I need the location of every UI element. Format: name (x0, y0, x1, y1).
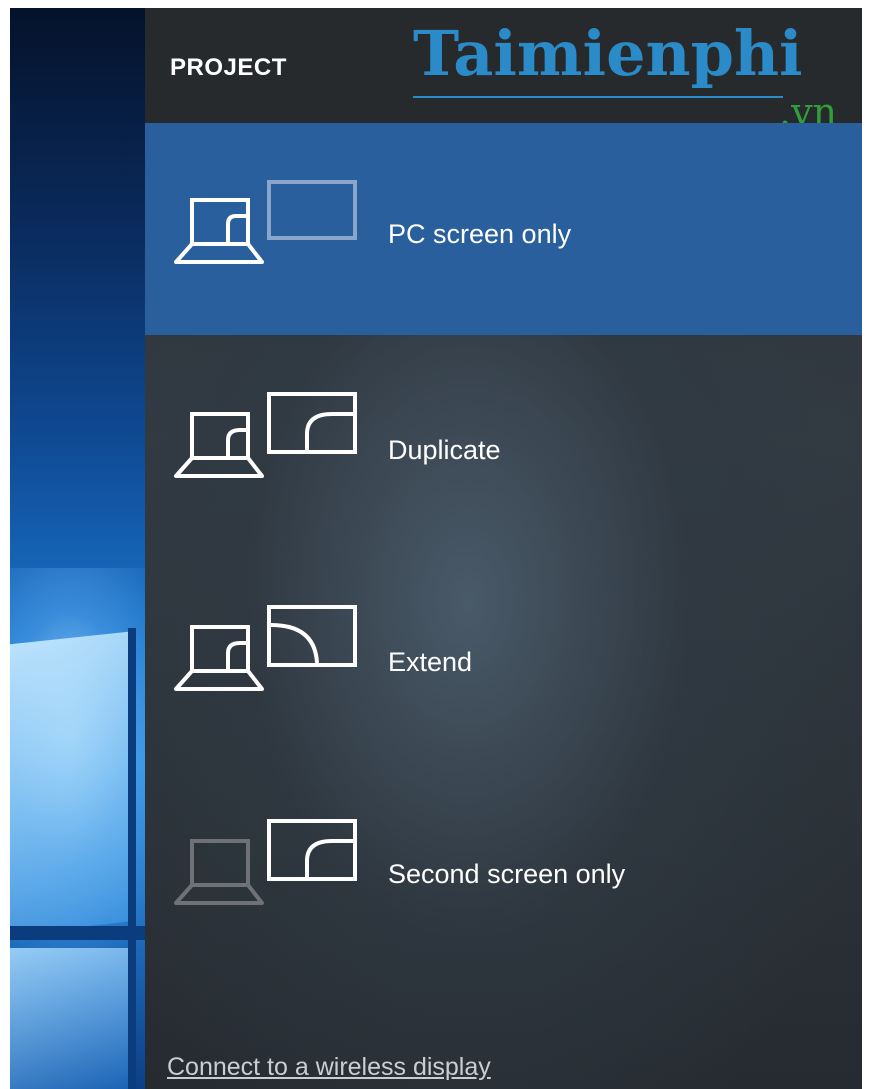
connect-wireless-display-link[interactable]: Connect to a wireless display (167, 1053, 491, 1082)
second-screen-only-icon (170, 817, 360, 927)
pc-screen-only-icon (170, 176, 360, 286)
panel-header: PROJECT Taimienphi .vn (145, 8, 862, 132)
option-label: Second screen only (388, 859, 626, 889)
option-pc-screen-only[interactable]: PC screen only (145, 123, 862, 335)
option-label: Duplicate (388, 435, 501, 465)
desktop: PROJECT Taimienphi .vn PC screen only Du… (0, 0, 870, 1089)
option-second-screen-only[interactable]: Second screen only (145, 759, 862, 971)
option-duplicate[interactable]: Duplicate (145, 335, 862, 547)
extend-icon (170, 603, 360, 713)
duplicate-icon (170, 390, 360, 500)
watermark-name: Taimienphi (413, 17, 803, 90)
project-panel: PROJECT Taimienphi .vn PC screen only Du… (145, 8, 862, 1089)
panel-title: PROJECT (170, 54, 287, 81)
desktop-wallpaper (10, 8, 145, 1089)
option-label: Extend (388, 647, 473, 677)
watermark-logo: Taimienphi .vn (413, 14, 862, 132)
option-extend[interactable]: Extend (145, 547, 862, 759)
option-label: PC screen only (388, 219, 572, 249)
